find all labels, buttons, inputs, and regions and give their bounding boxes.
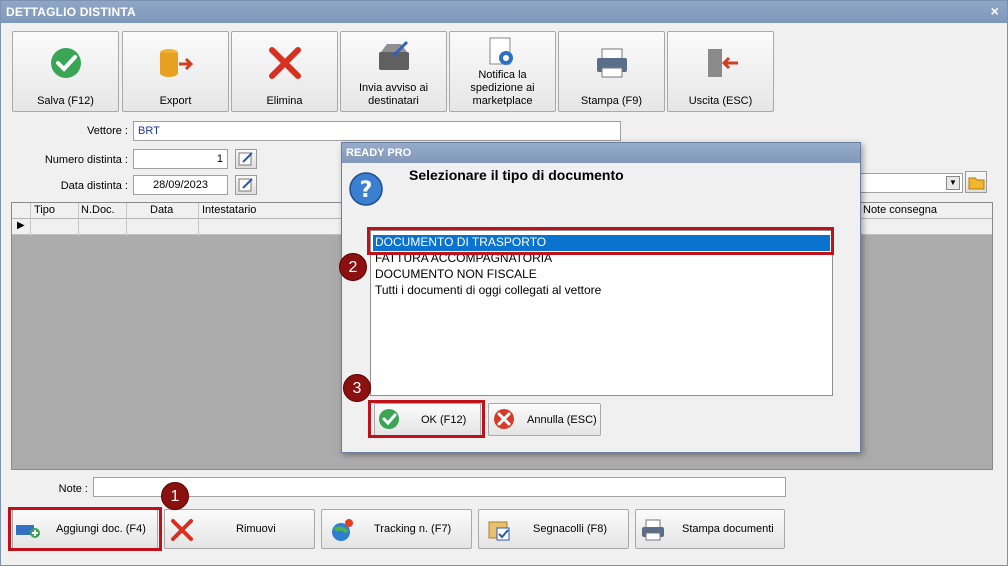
parcel-labels-icon [487,518,513,542]
folder-icon [968,177,985,190]
column-tipo[interactable]: Tipo [34,204,55,216]
main-window: DETTAGLIO DISTINTA × Salva (F12) Export … [0,0,1008,566]
exit-door-icon [668,46,773,80]
highlight-box-add [8,507,162,551]
close-icon[interactable]: × [991,3,999,19]
send-notice-button[interactable]: Invia avviso ai destinatari [340,31,447,112]
highlight-box-option [367,227,834,255]
chevron-down-icon: ▼ [946,176,960,190]
column-data[interactable]: Data [150,204,173,216]
print-button[interactable]: Stampa (F9) [558,31,665,112]
parcel-labels-button[interactable]: Segnacolli (F8) [478,509,629,549]
print-documents-button[interactable]: Stampa documenti [635,509,785,549]
vettore-label: Vettore : [87,125,128,137]
list-item[interactable]: DOCUMENTO NON FISCALE [375,267,537,283]
data-distinta-label: Data distinta : [60,180,128,192]
save-button[interactable]: Salva (F12) [12,31,119,112]
dialog-title-bar: READY PRO [342,143,860,163]
svg-text:?: ? [360,178,373,203]
note-field[interactable] [93,477,786,497]
window-title-bar: DETTAGLIO DISTINTA × [1,1,1007,23]
data-distinta-field[interactable]: 28/09/2023 [133,175,228,195]
exit-button[interactable]: Uscita (ESC) [667,31,774,112]
edit-pencil-icon [238,152,253,166]
tracking-globe-icon [330,518,356,542]
numero-distinta-label: Numero distinta : [44,154,128,166]
column-intestatario[interactable]: Intestatario [202,204,256,216]
row-pointer-icon: ▶ [17,220,25,231]
open-folder-button[interactable] [965,171,987,193]
filter-combobox[interactable]: ▼ [857,173,963,193]
delete-x-icon [232,46,337,80]
column-ndoc[interactable]: N.Doc. [81,204,115,216]
cancel-x-icon [493,408,515,433]
step-marker-1: 1 [161,482,189,510]
edit-data-button[interactable] [235,175,257,195]
vettore-field[interactable]: BRT [133,121,621,141]
export-database-icon [123,46,228,80]
delete-button[interactable]: Elimina [231,31,338,112]
list-item[interactable]: Tutti i documenti di oggi collegati al v… [375,283,601,299]
cancel-button[interactable]: Annulla (ESC) [488,403,601,436]
dialog-question: Selezionare il tipo di documento [409,167,624,183]
remove-button[interactable]: Rimuovi [164,509,315,549]
window-title: DETTAGLIO DISTINTA [6,5,136,19]
question-icon: ? [348,171,384,207]
export-button[interactable]: Export [122,31,229,112]
tracking-button[interactable]: Tracking n. (F7) [321,509,472,549]
printer-icon [640,518,666,542]
send-notice-icon [341,38,446,72]
notify-marketplace-button[interactable]: Notifica la spedizione ai marketplace [449,31,556,112]
edit-pencil-icon [238,178,253,192]
notify-marketplace-icon [450,36,555,70]
highlight-box-ok [368,400,485,438]
check-circle-icon [13,46,118,80]
column-note-consegna[interactable]: Note consegna [863,204,937,216]
printer-icon [559,46,664,80]
edit-numero-button[interactable] [235,149,257,169]
numero-distinta-field[interactable]: 1 [133,149,228,169]
note-label: Note : [58,483,88,495]
step-marker-2: 2 [339,253,367,281]
step-marker-3: 3 [343,374,371,402]
remove-x-icon [169,518,195,542]
